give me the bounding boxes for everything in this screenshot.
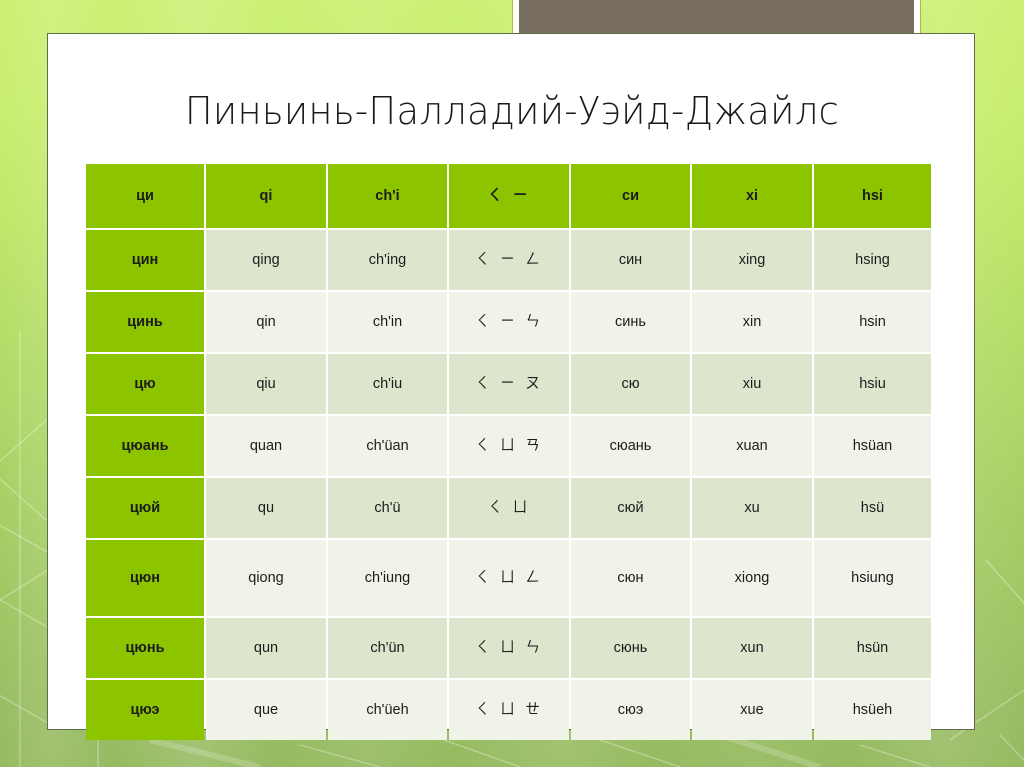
table-cell: ㄑ ㄩ ㄝ [449, 680, 569, 740]
table-cell: ㄑ ㄧ ㄥ [449, 230, 569, 290]
table-header: ци qi ch'i ㄑ ㄧ си xi hsi [86, 164, 931, 228]
table-cell: xun [692, 618, 812, 678]
table-row: цюй qu ch'ü ㄑ ㄩ сюй xu hsü [86, 478, 931, 538]
row-header-cell: цю [86, 354, 204, 414]
table-cell: ch'ü [328, 478, 447, 538]
table-cell: qu [206, 478, 326, 538]
table-cell: qing [206, 230, 326, 290]
table-row: цю qiu ch'iu ㄑ ㄧ ㄡ сю xiu hsiu [86, 354, 931, 414]
table-cell: сю [571, 354, 690, 414]
row-header-cell: цюэ [86, 680, 204, 740]
table-cell: hsiu [814, 354, 931, 414]
table-cell: сюй [571, 478, 690, 538]
table-row: цинь qin ch'in ㄑ ㄧ ㄣ синь xin hsin [86, 292, 931, 352]
table-cell: qin [206, 292, 326, 352]
table-cell: quan [206, 416, 326, 476]
table-cell: ㄑ ㄧ ㄣ [449, 292, 569, 352]
table-cell: ㄑ ㄩ ㄥ [449, 540, 569, 616]
table-row: цюань quan ch'üan ㄑ ㄩ ㄢ сюань xuan hsüan [86, 416, 931, 476]
table-cell: сюэ [571, 680, 690, 740]
table-row: цин qing ch'ing ㄑ ㄧ ㄥ син xing hsing [86, 230, 931, 290]
table-cell: ㄑ ㄩ [449, 478, 569, 538]
content-card: Пиньинь-Палладий-Уэйд-Джайлс ци qi ch'i … [47, 33, 975, 740]
table-cell: ch'ing [328, 230, 447, 290]
table-row: цюн qiong ch'iung ㄑ ㄩ ㄥ сюн xiong hsiung [86, 540, 931, 616]
table-cell: сюань [571, 416, 690, 476]
table-cell: hsü [814, 478, 931, 538]
table-cell: hsin [814, 292, 931, 352]
table-cell: xiu [692, 354, 812, 414]
table-cell: ㄑ ㄩ ㄢ [449, 416, 569, 476]
row-header-cell: цюань [86, 416, 204, 476]
column-header-palladius: ци [86, 164, 204, 228]
table-cell: xing [692, 230, 812, 290]
table-row: цюэ que ch'üeh ㄑ ㄩ ㄝ сюэ xue hsüeh [86, 680, 931, 740]
table-cell: xuan [692, 416, 812, 476]
table-container: ци qi ch'i ㄑ ㄧ си xi hsi цин qing ch'ing ㄑ … [84, 162, 931, 742]
column-header-pinyin-2: xi [692, 164, 812, 228]
table-cell: ㄑ ㄩ ㄣ [449, 618, 569, 678]
row-header-cell: цинь [86, 292, 204, 352]
table-cell: hsüan [814, 416, 931, 476]
table-cell: hsüeh [814, 680, 931, 740]
table-cell: син [571, 230, 690, 290]
table-cell: ch'iu [328, 354, 447, 414]
column-header-palladius-2: си [571, 164, 690, 228]
table-cell: xue [692, 680, 812, 740]
table-cell: ㄑ ㄧ ㄡ [449, 354, 569, 414]
table-row: цюнь qun ch'ün ㄑ ㄩ ㄣ сюнь xun hsün [86, 618, 931, 678]
table-cell: qiong [206, 540, 326, 616]
table-cell: ch'üan [328, 416, 447, 476]
table-cell: ch'in [328, 292, 447, 352]
table-header-row: ци qi ch'i ㄑ ㄧ си xi hsi [86, 164, 931, 228]
column-header-zhuyin: ㄑ ㄧ [449, 164, 569, 228]
row-header-cell: цюнь [86, 618, 204, 678]
page-title: Пиньинь-Палладий-Уэйд-Джайлс [184, 89, 840, 133]
table-cell: xin [692, 292, 812, 352]
table-cell: синь [571, 292, 690, 352]
slide: Пиньинь-Палладий-Уэйд-Джайлс ци qi ch'i … [0, 0, 1024, 767]
table-cell: xiong [692, 540, 812, 616]
table-cell: qun [206, 618, 326, 678]
table-cell: que [206, 680, 326, 740]
row-header-cell: цин [86, 230, 204, 290]
table-cell: qiu [206, 354, 326, 414]
table-cell: ch'iung [328, 540, 447, 616]
table-cell: ch'ün [328, 618, 447, 678]
table-cell: сюн [571, 540, 690, 616]
table-cell: hsing [814, 230, 931, 290]
table-body: цин qing ch'ing ㄑ ㄧ ㄥ син xing hsing цинь qin ch'… [86, 230, 931, 740]
table-cell: сюнь [571, 618, 690, 678]
row-header-cell: цюй [86, 478, 204, 538]
row-header-cell: цюн [86, 540, 204, 616]
table-cell: hsün [814, 618, 931, 678]
table-cell: xu [692, 478, 812, 538]
column-header-wade-giles: ch'i [328, 164, 447, 228]
table-cell: hsiung [814, 540, 931, 616]
column-header-pinyin: qi [206, 164, 326, 228]
column-header-wade-giles-2: hsi [814, 164, 931, 228]
table-cell: ch'üeh [328, 680, 447, 740]
romanization-table: ци qi ch'i ㄑ ㄧ си xi hsi цин qing ch'ing ㄑ … [84, 162, 933, 742]
